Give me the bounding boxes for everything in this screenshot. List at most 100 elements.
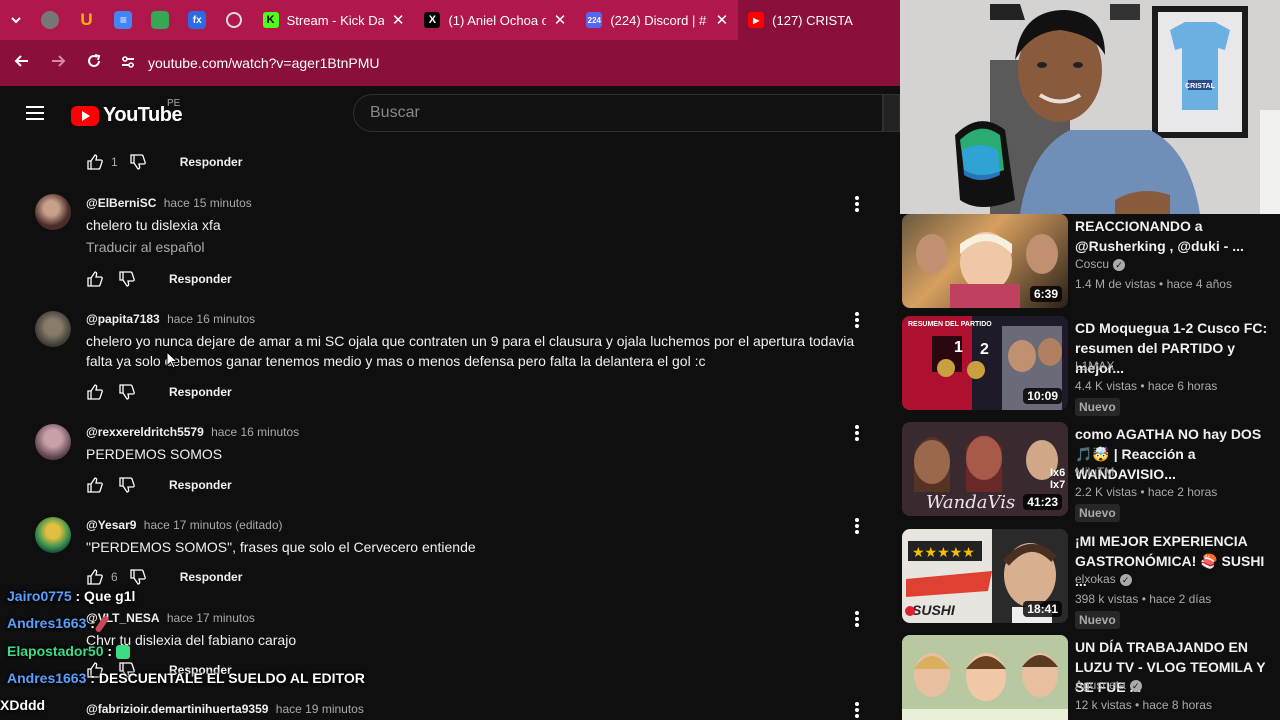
- channel-name-text: elxokas: [1075, 572, 1116, 586]
- chat-text: : DESCUENTALE EL SUELDO AL EDITOR: [90, 670, 365, 686]
- translate-link[interactable]: Traducir al español: [86, 239, 205, 255]
- score-away: 2: [980, 341, 989, 358]
- comment-time[interactable]: hace 16 minutos: [167, 312, 255, 326]
- pinned-tab-docs[interactable]: ≡: [105, 0, 142, 40]
- channel-name[interactable]: Coscu ✓: [1075, 257, 1126, 271]
- search-box[interactable]: [353, 94, 883, 132]
- recommended-video[interactable]: Ix6 Ix7 WandaVis 41:23 como AGATHA NO ha…: [902, 422, 1274, 522]
- reply-button[interactable]: Responder: [169, 478, 232, 492]
- reply-button[interactable]: Responder: [169, 272, 232, 286]
- close-icon[interactable]: ✕: [392, 11, 405, 29]
- recommended-video[interactable]: UN DÍA TRABAJANDO EN LUZU TV - VLOG TEOM…: [902, 635, 1274, 720]
- video-thumbnail[interactable]: RESUMEN DEL PARTIDO 1 2 10:09: [902, 316, 1068, 410]
- fx-icon: fx: [188, 11, 207, 29]
- hamburger-menu-icon[interactable]: [26, 106, 44, 120]
- recommended-video[interactable]: ★★★★★ SUSHI 18:41 ¡MI MEJOR EXPERIENCIA …: [902, 529, 1274, 629]
- comment-time[interactable]: hace 16 minutos: [211, 425, 299, 439]
- channel-name-text: Coscu: [1075, 257, 1110, 271]
- avatar[interactable]: [35, 311, 71, 347]
- pinned-tab-u[interactable]: U: [68, 0, 105, 40]
- thumbnail-label: SUSHI: [912, 602, 956, 618]
- channel-name[interactable]: L1MAX: [1075, 359, 1114, 373]
- comment-text: chelero yo nunca dejare de amar a mi SC …: [86, 333, 855, 369]
- thumbs-up-icon[interactable]: [87, 569, 103, 585]
- thumbs-up-icon[interactable]: [87, 384, 103, 400]
- more-options-icon[interactable]: [855, 425, 859, 441]
- thumbs-up-icon[interactable]: [87, 154, 103, 170]
- video-title[interactable]: REACCIONANDO a @Rusherking , @duki - ...: [1075, 216, 1275, 256]
- comment-author[interactable]: @Yesar9: [86, 518, 136, 532]
- close-icon[interactable]: ✕: [716, 11, 729, 29]
- reply-button[interactable]: Responder: [169, 385, 232, 399]
- channel-name[interactable]: Agusneta ✓: [1075, 678, 1142, 692]
- channel-name[interactable]: elxokas ✓: [1075, 572, 1132, 586]
- pinned-tab-chrome[interactable]: [31, 0, 68, 40]
- tab-youtube[interactable]: ▶ (127) CRISTA: [738, 0, 900, 40]
- thumbs-down-icon[interactable]: [119, 384, 135, 400]
- thumbs-down-icon[interactable]: [119, 271, 135, 287]
- video-meta: 2.2 K vistas • hace 2 horas: [1075, 485, 1218, 499]
- comment-actions: Responder: [87, 477, 232, 493]
- avatar[interactable]: [35, 194, 71, 230]
- thumbs-down-icon[interactable]: [130, 569, 146, 585]
- docs-icon: ≡: [114, 11, 133, 29]
- search-button[interactable]: [883, 94, 900, 132]
- thumbs-down-icon[interactable]: [130, 154, 146, 170]
- video-meta: 4.4 K vistas • hace 6 horas: [1075, 379, 1218, 393]
- thumbs-up-icon[interactable]: [87, 271, 103, 287]
- search-input[interactable]: [354, 95, 882, 131]
- thumbs-up-icon[interactable]: [87, 477, 103, 493]
- video-duration: 10:09: [1023, 388, 1062, 404]
- video-thumbnail[interactable]: Ix6 Ix7 WandaVis 41:23: [902, 422, 1068, 516]
- tab-discord[interactable]: 224 (224) Discord | # ✕: [576, 0, 738, 40]
- comment-author[interactable]: @papita7183: [86, 312, 160, 326]
- close-icon[interactable]: ✕: [554, 11, 567, 29]
- channel-name-text: L1MAX: [1075, 359, 1115, 373]
- youtube-play-icon: [71, 105, 99, 126]
- avatar[interactable]: [35, 424, 71, 460]
- webcam-overlay: CRISTAL: [900, 0, 1280, 214]
- more-options-icon[interactable]: [855, 518, 859, 534]
- comment-time[interactable]: hace 19 minutos: [276, 702, 364, 716]
- pinned-tab-whatsapp[interactable]: [216, 0, 253, 40]
- tab-search-button[interactable]: [0, 0, 31, 40]
- recommended-video[interactable]: RESUMEN DEL PARTIDO 1 2 10:09 CD Moquegu…: [902, 316, 1274, 416]
- tab-x[interactable]: X (1) Aniel Ochoa on ✕: [414, 0, 576, 40]
- more-options-icon[interactable]: [855, 702, 859, 718]
- channel-name[interactable]: MiluTM: [1075, 465, 1114, 479]
- pinned-tab-fx[interactable]: fx: [179, 0, 216, 40]
- video-thumbnail[interactable]: 6:39: [902, 214, 1068, 308]
- comment-author[interactable]: @rexxereldritch5579: [86, 425, 204, 439]
- pinned-tab-sheets[interactable]: [142, 0, 179, 40]
- recommended-video[interactable]: 6:39 REACCIONANDO a @Rusherking , @duki …: [902, 214, 1274, 308]
- comment-text: Chvr tu dislexia del fabiano carajo: [86, 632, 297, 648]
- back-button[interactable]: [4, 53, 40, 74]
- chat-username: Andres1663: [7, 615, 87, 631]
- verified-icon: ✓: [1113, 258, 1126, 271]
- video-thumbnail[interactable]: ★★★★★ SUSHI 18:41: [902, 529, 1068, 623]
- comment-actions: Responder: [87, 271, 232, 287]
- comment-time[interactable]: hace 17 minutos: [167, 611, 255, 625]
- reload-button[interactable]: [76, 53, 112, 74]
- comment-author[interactable]: @ElBerniSC: [86, 196, 156, 210]
- more-options-icon[interactable]: [855, 312, 859, 328]
- comment-time[interactable]: hace 15 minutos: [164, 196, 252, 210]
- more-options-icon[interactable]: [855, 611, 859, 627]
- channel-name-text: MiluTM: [1075, 465, 1115, 479]
- reply-button[interactable]: Responder: [180, 155, 243, 169]
- site-info-button[interactable]: [112, 54, 144, 73]
- thumbs-down-icon[interactable]: [119, 477, 135, 493]
- reply-button[interactable]: Responder: [180, 570, 243, 584]
- url-field[interactable]: youtube.com/watch?v=ager1BtnPMU: [148, 55, 380, 71]
- webcam-image: CRISTAL: [900, 0, 1280, 214]
- jersey-text: CRISTAL: [1185, 83, 1216, 90]
- comment-author[interactable]: @fabrizioir.demartinihuerta9359: [86, 702, 268, 716]
- forward-button[interactable]: [40, 53, 76, 74]
- tab-title: (1) Aniel Ochoa on: [448, 12, 546, 28]
- avatar[interactable]: [35, 517, 71, 553]
- video-thumbnail[interactable]: [902, 635, 1068, 720]
- comment-time[interactable]: hace 17 minutos (editado): [144, 518, 283, 532]
- more-options-icon[interactable]: [855, 196, 859, 212]
- youtube-logo[interactable]: YouTube: [71, 104, 183, 127]
- tab-kick[interactable]: K Stream - Kick Dash ✕: [253, 0, 415, 40]
